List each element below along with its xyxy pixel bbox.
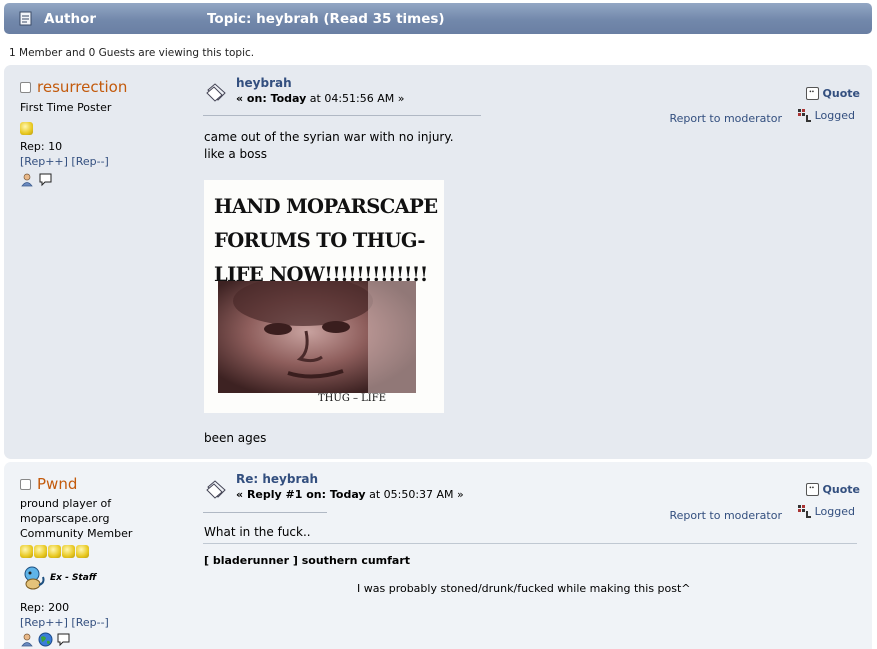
star-icon	[20, 545, 33, 558]
viewers-info: 1 Member and 0 Guests are viewing this t…	[9, 47, 255, 59]
post-subject-link[interactable]: heybrah	[236, 76, 292, 90]
profile-icons	[20, 632, 71, 647]
member-title: pround player of	[20, 497, 112, 510]
post-body: What in the fuck..	[204, 525, 311, 539]
date-day: Today	[329, 488, 366, 501]
post-image: HAND MOPARSCAPE FORUMS TO THUG- LIFE NOW…	[204, 180, 444, 413]
post-body-footer: been ages	[204, 431, 267, 445]
squirtle-icon	[24, 566, 45, 590]
image-text-line: FORUMS TO THUG-	[214, 229, 425, 252]
topic-header-bar: Author Topic: heybrah (Read 35 times)	[4, 3, 872, 34]
quote-icon	[805, 483, 819, 496]
portrait-photo	[218, 281, 416, 393]
rep-links: [Rep++] [Rep--]	[20, 154, 109, 169]
rep-links: [Rep++] [Rep--]	[20, 615, 109, 630]
post: resurrection First Time Poster Rep: 10 […	[4, 65, 872, 459]
ip-icon	[797, 109, 811, 122]
date-time: at 04:51:56 AM »	[306, 92, 405, 105]
staff-badge: Ex - Staff	[20, 565, 96, 591]
post-body-line: like a boss	[204, 147, 268, 161]
date-day: Today	[270, 92, 307, 105]
profile-icon[interactable]	[20, 172, 35, 187]
post-icon	[206, 480, 226, 499]
signature-line: [ bladerunner ] southern cumfart	[204, 554, 411, 567]
reputation: Rep: 10	[20, 140, 63, 153]
message-icon[interactable]	[38, 172, 53, 187]
star-icon	[34, 545, 47, 558]
profile-icons	[20, 172, 53, 187]
staff-label: Ex - Staff	[50, 572, 97, 583]
reputation: Rep: 200	[20, 601, 70, 614]
quote-icon	[805, 87, 819, 100]
post-subject-link[interactable]: Re: heybrah	[236, 472, 318, 486]
report-to-moderator-link[interactable]: Report to moderator	[669, 509, 782, 522]
poster-name: resurrection	[20, 78, 127, 96]
profile-icon[interactable]	[20, 632, 35, 647]
subject-separator	[203, 512, 327, 513]
rep-plus-link[interactable]: [Rep++]	[20, 616, 68, 629]
author-column-label: Author	[44, 11, 97, 27]
rank-stars	[20, 122, 34, 139]
date-time: at 05:50:37 AM »	[365, 488, 464, 501]
star-icon	[76, 545, 89, 558]
message-icon[interactable]	[56, 632, 71, 647]
logged-label: Logged	[814, 505, 855, 518]
topic-title: Topic: heybrah (Read 35 times)	[207, 11, 445, 27]
signature-separator	[203, 543, 857, 544]
quote-button[interactable]: Quote	[805, 87, 860, 100]
document-icon	[19, 11, 32, 26]
member-title: First Time Poster	[20, 101, 112, 114]
date-reply: Reply #1 on:	[246, 488, 330, 501]
offline-status-icon	[20, 478, 31, 490]
date-prefix: «	[236, 488, 247, 501]
post-date: « Reply #1 on: Today at 05:50:37 AM »	[236, 488, 464, 501]
star-icon	[20, 122, 33, 135]
quote-label: Quote	[822, 87, 860, 100]
image-caption: THUG – LIFE	[318, 393, 386, 404]
post: Pwnd pround player of moparscape.org Com…	[4, 462, 872, 649]
report-to-moderator-link[interactable]: Report to moderator	[669, 112, 782, 125]
ip-icon	[797, 505, 811, 518]
image-text: HAND MOPARSCAPE FORUMS TO THUG- LIFE NOW…	[214, 190, 439, 292]
rep-minus-link[interactable]: [Rep--]	[71, 616, 108, 629]
star-icon	[48, 545, 61, 558]
subject-separator	[203, 115, 481, 116]
logged-label: Logged	[814, 109, 855, 122]
logged-ip: Logged	[797, 505, 855, 518]
post-date: « on: Today at 04:51:56 AM »	[236, 92, 405, 105]
post-body: came out of the syrian war with no injur…	[204, 129, 454, 163]
rank-stars	[20, 545, 90, 562]
post-body-line: came out of the syrian war with no injur…	[204, 130, 454, 144]
member-group: Community Member	[20, 527, 133, 540]
username-link[interactable]: resurrection	[37, 78, 127, 96]
rep-minus-link[interactable]: [Rep--]	[71, 155, 108, 168]
poster-name: Pwnd	[20, 475, 77, 493]
quote-button[interactable]: Quote	[805, 483, 860, 496]
date-prefix: « on:	[236, 92, 271, 105]
star-icon	[62, 545, 75, 558]
member-title: moparscape.org	[20, 512, 110, 525]
logged-ip: Logged	[797, 109, 855, 122]
signature-line: I was probably stoned/drunk/fucked while…	[357, 582, 691, 595]
post-icon	[206, 83, 226, 102]
offline-status-icon	[20, 81, 31, 93]
rep-plus-link[interactable]: [Rep++]	[20, 155, 68, 168]
website-globe-icon[interactable]	[38, 632, 53, 647]
quote-label: Quote	[822, 483, 860, 496]
image-text-line: HAND MOPARSCAPE	[214, 195, 438, 218]
username-link[interactable]: Pwnd	[37, 475, 77, 493]
